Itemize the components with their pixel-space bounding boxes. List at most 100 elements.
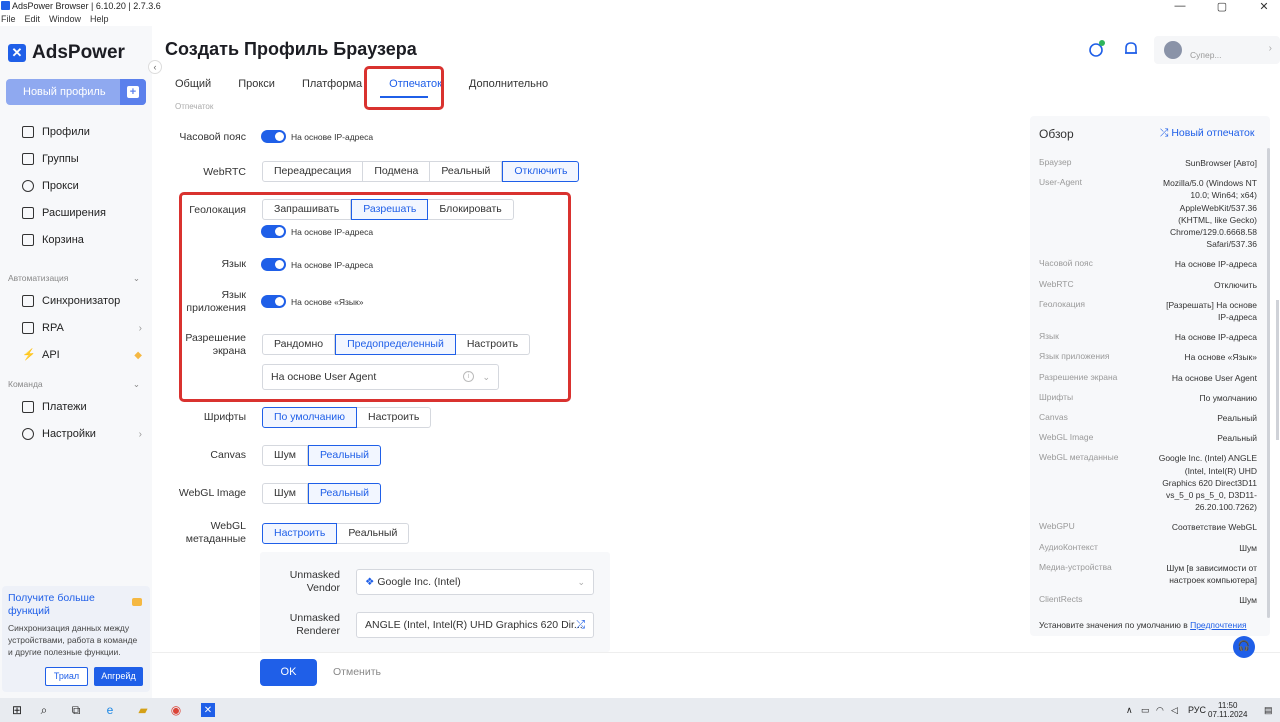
page-scrollbar[interactable] [1276,300,1279,440]
section-team[interactable]: Команда ⌄ [8,379,140,389]
shuffle-icon[interactable]: ⤮ [576,613,585,637]
sidebar-item-trash[interactable]: Корзина [22,230,142,250]
webrtc-option-disable[interactable]: Отключить [502,161,580,182]
webgl-meta-option-real[interactable]: Реальный [337,523,410,544]
webrtc-option-forward[interactable]: Переадресация [262,161,364,182]
sidebar-item-api[interactable]: ⚡ API ◆ [22,345,142,365]
sidebar-item-payments[interactable]: Платежи [22,397,142,417]
overview-row-value: [Разрешать] На основе IP-адреса [1166,299,1257,323]
geolocation-label: Геолокация [189,204,246,216]
sidebar-item-rpa[interactable]: RPA › [22,318,142,338]
maximize-button[interactable]: ▢ [1216,0,1228,13]
bell-icon[interactable] [1122,40,1140,58]
adspower-taskbar-icon[interactable]: ✕ [201,703,215,717]
new-profile-button[interactable]: Новый профиль + [6,79,146,105]
timer-icon[interactable] [1087,40,1105,58]
support-chat-icon[interactable]: 🎧 [1233,636,1255,658]
timezone-toggle[interactable] [261,130,286,143]
new-profile-plus-button[interactable]: + [120,79,146,105]
trial-button[interactable]: Триал [45,667,88,686]
renderer-select[interactable]: ANGLE (Intel, Intel(R) UHD Graphics 620 … [356,612,594,638]
resolution-option-custom[interactable]: Настроить [455,334,531,355]
overview-scrollbar[interactable] [1267,148,1270,618]
overview-row-value: По умолчанию [1200,392,1257,404]
language-toggle[interactable] [261,258,286,271]
wifi-icon[interactable]: ◠ [1156,705,1164,716]
menu-help[interactable]: Help [90,14,109,26]
timezone-toggle-row[interactable]: На основе IP-адреса [261,130,373,143]
ok-button[interactable]: OK [260,659,317,686]
overview-row-value-line: Safari/537.36 [1206,239,1257,250]
network-icon[interactable]: ▭ [1141,705,1150,716]
webgl-image-option-noise[interactable]: Шум [262,483,308,504]
menu-edit[interactable]: Edit [25,14,41,26]
overview-row-value-line: Chrome/129.0.6668.58 [1170,227,1257,237]
clock-time: 11:50 [1218,701,1238,710]
new-fingerprint-button[interactable]: ⤮ Новый отпечаток [1160,127,1254,140]
geo-toggle[interactable] [261,225,286,238]
sidebar-item-label: Корзина [42,234,84,246]
close-button[interactable]: ✕ [1258,0,1270,13]
geo-toggle-row[interactable]: На основе IP-адреса [261,225,373,238]
overview-row-label: Медиа-устройства [1039,561,1112,572]
resolution-option-random[interactable]: Рандомно [262,334,336,355]
vendor-select[interactable]: ❖ Google Inc. (Intel) ⌄ [356,569,594,595]
volume-icon[interactable]: ◁ [1171,705,1178,716]
resolution-option-predefined[interactable]: Предопределенный [335,334,456,355]
fonts-option-custom[interactable]: Настроить [357,407,432,428]
windows-start-icon[interactable]: ⊞ [10,703,24,717]
sidebar-item-extensions[interactable]: Расширения [22,203,142,223]
language-toggle-row[interactable]: На основе IP-адреса [261,258,373,271]
preferences-link[interactable]: Предпочтения [1190,620,1246,630]
chrome-icon[interactable]: ◉ [169,703,183,717]
tray-chevron-icon[interactable]: ∧ [1126,705,1133,716]
input-language[interactable]: РУС [1188,705,1206,715]
tab-general[interactable]: Общий [175,78,211,98]
webgl-image-option-real[interactable]: Реальный [307,483,382,504]
overview-row-value-line: IP-адреса [1218,312,1257,322]
overview-row-value-line: Реальный [1217,413,1257,423]
section-automation[interactable]: Автоматизация ⌄ [8,273,140,283]
edge-icon[interactable]: e [103,703,117,717]
webrtc-option-real[interactable]: Реальный [430,161,503,182]
taskbar: ⊞ ⌕ ⧉ e ▰ ◉ ✕ ∧ ▭ ◠ ◁ РУС ▤ [0,698,1280,722]
trash-icon [22,234,34,246]
sidebar-item-groups[interactable]: Группы [22,149,142,169]
sidebar-item-profiles[interactable]: Профили [22,122,142,142]
resolution-select[interactable]: На основе User Agent i ⌄ [262,364,499,390]
overview-row-value: Шум [в зависимости от настроек компьютера… [1166,562,1257,586]
webgl-meta-option-custom[interactable]: Настроить [262,523,338,544]
geo-option-allow[interactable]: Разрешать [351,199,429,220]
webrtc-option-replace[interactable]: Подмена [363,161,431,182]
sidebar-item-sync[interactable]: Синхронизатор [22,291,142,311]
app-language-toggle-row[interactable]: На основе «Язык» [261,295,363,308]
tab-advanced[interactable]: Дополнительно [469,78,548,98]
sidebar-item-settings[interactable]: Настройки › [22,424,142,444]
app-language-toggle[interactable] [261,295,286,308]
geo-option-block[interactable]: Блокировать [428,199,514,220]
cancel-button[interactable]: Отменить [333,666,381,678]
menu-window[interactable]: Window [49,14,81,26]
fonts-option-default[interactable]: По умолчанию [262,407,358,428]
file-explorer-icon[interactable]: ▰ [136,703,150,717]
clock[interactable]: 11:50 07.11.2024 [1208,701,1247,719]
notification-icon[interactable]: ▤ [1264,705,1273,716]
user-menu[interactable]: Супер... › [1154,36,1280,64]
upgrade-button[interactable]: Апгрейд [94,667,143,686]
settings-icon [22,428,34,440]
tab-platform[interactable]: Платформа [302,78,362,98]
tab-proxy[interactable]: Прокси [238,78,275,98]
renderer-label-line1: Unmasked [289,612,340,624]
minimize-button[interactable]: — [1174,0,1186,13]
task-view-icon[interactable]: ⧉ [69,703,83,717]
highlight-tab-box [364,66,444,110]
menu-file[interactable]: File [1,14,16,26]
sidebar-item-proxy[interactable]: Прокси [22,176,142,196]
canvas-option-real[interactable]: Реальный [307,445,382,466]
overview-row-value-line: Шум [в зависимости от [1166,562,1257,573]
overview-row-label: Разрешение экрана [1039,371,1118,382]
canvas-option-noise[interactable]: Шум [262,445,308,466]
collapse-sidebar-button[interactable]: ‹ [148,60,162,74]
geo-option-ask[interactable]: Запрашивать [262,199,352,220]
search-icon[interactable]: ⌕ [37,703,51,717]
